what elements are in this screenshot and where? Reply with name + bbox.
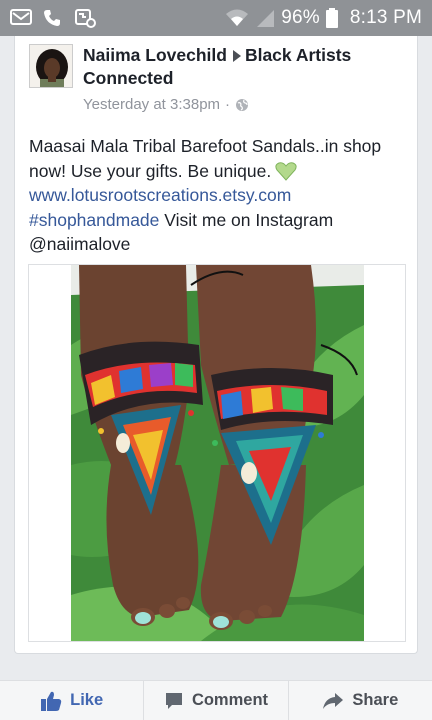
action-bar: Like Comment Share bbox=[0, 680, 432, 720]
battery-icon bbox=[325, 8, 338, 28]
avatar[interactable] bbox=[29, 44, 73, 88]
shop-link[interactable]: www.lotusrootscreations.etsy.com bbox=[29, 185, 291, 205]
sandals-photo bbox=[71, 265, 364, 641]
phone-icon bbox=[44, 10, 60, 26]
wifi-icon bbox=[226, 9, 249, 26]
post-header: Naiima Lovechild Black Artists Connected bbox=[83, 44, 413, 90]
post-card: Naiima Lovechild Black Artists Connected … bbox=[14, 36, 418, 654]
comment-label: Comment bbox=[191, 691, 269, 709]
mail-icon bbox=[10, 9, 32, 25]
clock: 8:13 PM bbox=[349, 7, 422, 28]
comment-button[interactable]: Comment bbox=[144, 681, 289, 720]
status-bar: 96% 8:13 PM bbox=[0, 0, 432, 36]
post-photo-frame[interactable] bbox=[28, 264, 406, 642]
signal-icon bbox=[257, 10, 275, 27]
share-button[interactable]: Share bbox=[289, 681, 432, 720]
post-body: Maasai Mala Tribal Barefoot Sandals..in … bbox=[29, 134, 409, 257]
author-name[interactable]: Naiima Lovechild bbox=[83, 45, 227, 65]
share-icon bbox=[323, 692, 344, 709]
like-label: Like bbox=[70, 691, 104, 709]
phone-settings-icon bbox=[75, 9, 96, 28]
meta-separator: · bbox=[225, 96, 231, 113]
like-button[interactable]: Like bbox=[0, 681, 145, 720]
thumbs-up-icon bbox=[41, 691, 62, 711]
globe-icon bbox=[236, 98, 249, 111]
green-heart-icon bbox=[275, 161, 297, 181]
post-text: Maasai Mala Tribal Barefoot Sandals..in … bbox=[29, 136, 382, 181]
post-photo[interactable] bbox=[71, 265, 364, 641]
arrow-right-icon bbox=[232, 49, 241, 62]
battery-percentage: 96% bbox=[281, 7, 320, 28]
timestamp[interactable]: Yesterday at 3:38pm bbox=[83, 96, 220, 113]
post-meta: Yesterday at 3:38pm · bbox=[83, 96, 249, 113]
hashtag-link[interactable]: #shophandmade bbox=[29, 210, 159, 230]
comment-icon bbox=[165, 692, 182, 709]
share-label: Share bbox=[352, 691, 399, 709]
